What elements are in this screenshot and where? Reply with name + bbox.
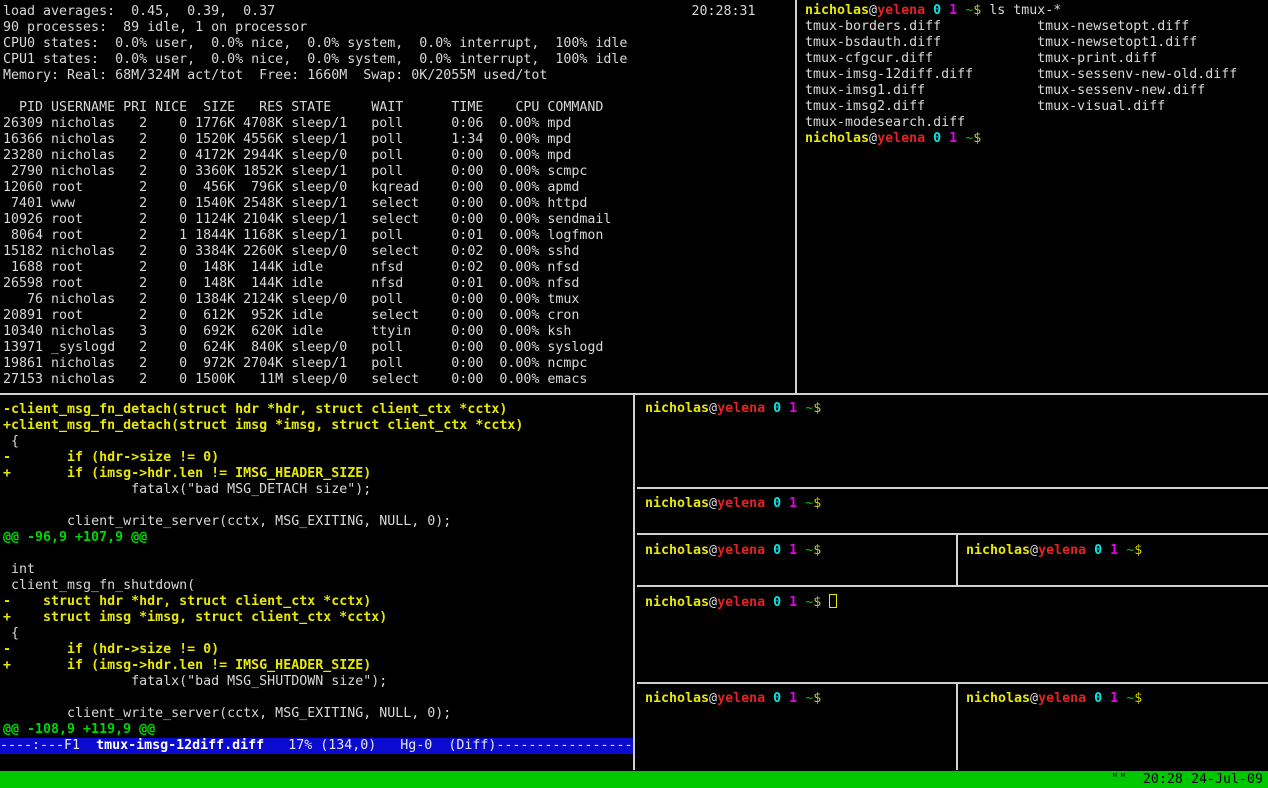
- process-row: 8064 root 2 1 1844K 1168K sleep/1 poll 0…: [3, 228, 603, 243]
- file-entry-row: tmux-imsg2.diff tmux-visual.diff: [805, 99, 1165, 114]
- shell-command-line: nicholas@yelena 0 1 ~$ ls tmux-*: [805, 3, 1268, 19]
- process-row: 13971 _syslogd 2 0 624K 840K sleep/0 pol…: [3, 340, 603, 355]
- status-right: "" 20:28 24-Jul-09: [1111, 771, 1263, 788]
- diff-line: - if (hdr->size != 0): [3, 642, 219, 657]
- diff-line: fatalx("bad MSG_SHUTDOWN size");: [3, 674, 387, 689]
- modeline-buffer-name: tmux-imsg-12diff.diff: [96, 738, 264, 753]
- process-row: 2790 nicholas 2 0 3360K 1852K sleep/1 po…: [3, 164, 587, 179]
- diff-line: {: [3, 626, 19, 641]
- diff-buffer: -client_msg_fn_detach(struct hdr *hdr, s…: [3, 402, 523, 738]
- file-entry-row: tmux-bsdauth.diff tmux-newsetopt1.diff: [805, 35, 1197, 50]
- process-row: 15182 nicholas 2 0 3384K 2260K sleep/0 s…: [3, 244, 579, 259]
- terminal-cursor: [829, 594, 837, 608]
- diff-line: - struct hdr *hdr, struct client_ctx *cc…: [3, 594, 371, 609]
- diff-line: {: [3, 434, 19, 449]
- process-row: 27153 nicholas 2 0 1500K 11M sleep/0 sel…: [3, 372, 587, 387]
- shell-prompt: nicholas@yelena 0 1 ~$: [645, 401, 821, 416]
- diff-line: +client_msg_fn_detach(struct imsg *imsg,…: [3, 418, 523, 433]
- process-row: 10340 nicholas 3 0 692K 620K idle ttyin …: [3, 324, 571, 339]
- diff-line: + if (imsg->hdr.len != IMSG_HEADER_SIZE): [3, 658, 371, 673]
- top-output: load averages: 0.45, 0.39, 0.37 20:28:31…: [3, 4, 756, 388]
- shell-prompt-line: nicholas@yelena 0 1 ~$: [805, 131, 1268, 147]
- process-row: 26598 root 2 0 148K 144K idle nfsd 0:01 …: [3, 276, 579, 291]
- modeline-dashes: --------------------------------: [496, 738, 633, 753]
- shell-prompt: nicholas@yelena 0 1 ~$: [966, 691, 1142, 706]
- shell-prompt: nicholas@yelena 0 1 ~$: [645, 543, 821, 558]
- modeline-info: 17% (134,0) Hg-0 (Diff): [264, 738, 496, 753]
- shell-prompt: nicholas@yelena 0 1 ~$: [805, 3, 981, 18]
- pane-emacs-diff[interactable]: -client_msg_fn_detach(struct hdr *hdr, s…: [0, 395, 633, 770]
- pane-border-vertical-bottom: [633, 395, 635, 770]
- diff-line: client_write_server(cctx, MSG_EXITING, N…: [3, 514, 451, 529]
- pane-process-monitor[interactable]: load averages: 0.45, 0.39, 0.37 20:28:31…: [0, 0, 795, 393]
- tmux-screen: load averages: 0.45, 0.39, 0.37 20:28:31…: [0, 0, 1268, 788]
- process-row: 7401 www 2 0 1540K 2548K sleep/1 select …: [3, 196, 587, 211]
- diff-line: @@ -96,9 +107,9 @@: [3, 530, 147, 545]
- diff-line: + if (imsg->hdr.len != IMSG_HEADER_SIZE): [3, 466, 371, 481]
- shell-prompt: nicholas@yelena 0 1 ~$: [645, 691, 821, 706]
- pane-shell-d[interactable]: nicholas@yelena 0 1 ~$: [958, 535, 1268, 585]
- process-row: 12060 root 2 0 456K 796K sleep/0 kqread …: [3, 180, 579, 195]
- ls-output: tmux-borders.diff tmux-newsetopt.diff tm…: [805, 19, 1268, 131]
- command-text: ls tmux-*: [981, 3, 1061, 18]
- process-row: 26309 nicholas 2 0 1776K 4708K sleep/1 p…: [3, 116, 571, 131]
- pane-shell-e-active[interactable]: nicholas@yelena 0 1 ~$: [637, 587, 1268, 682]
- file-entry-row: tmux-cfgcur.diff tmux-print.diff: [805, 51, 1157, 66]
- diff-line: -client_msg_fn_detach(struct hdr *hdr, s…: [3, 402, 507, 417]
- pane-shell-g[interactable]: nicholas@yelena 0 1 ~$: [958, 684, 1268, 770]
- process-row: 16366 nicholas 2 0 1520K 4556K sleep/1 p…: [3, 132, 571, 147]
- process-row: 23280 nicholas 2 0 4172K 2944K sleep/0 p…: [3, 148, 571, 163]
- process-row: 19861 nicholas 2 0 972K 2704K sleep/1 po…: [3, 356, 587, 371]
- process-row: 1688 root 2 0 148K 144K idle nfsd 0:02 0…: [3, 260, 579, 275]
- tmux-status-bar: [0] 0:irssi# 1:todo 2:ncmpc- 3:mutt 4:ss…: [0, 771, 1268, 788]
- diff-line: - if (hdr->size != 0): [3, 450, 219, 465]
- modeline-prefix: ----:---F1: [0, 738, 96, 753]
- diff-line: fatalx("bad MSG_DETACH size");: [3, 482, 371, 497]
- file-entry-row: tmux-borders.diff tmux-newsetopt.diff: [805, 19, 1189, 34]
- process-row: 76 nicholas 2 0 1384K 2124K sleep/0 poll…: [3, 292, 579, 307]
- file-entry-row: tmux-modesearch.diff: [805, 115, 965, 130]
- shell-prompt: nicholas@yelena 0 1 ~$: [966, 543, 1142, 558]
- diff-line: + struct imsg *imsg, struct client_ctx *…: [3, 610, 387, 625]
- emacs-modeline: ----:---F1 tmux-imsg-12diff.diff 17% (13…: [0, 738, 633, 754]
- file-entry-row: tmux-imsg1.diff tmux-sessenv-new.diff: [805, 83, 1205, 98]
- process-row: 10926 root 2 0 1124K 2104K sleep/1 selec…: [3, 212, 611, 227]
- pane-shell-a[interactable]: nicholas@yelena 0 1 ~$: [637, 395, 1268, 487]
- shell-prompt: nicholas@yelena 0 1 ~$: [645, 496, 821, 511]
- pane-shell-ls[interactable]: nicholas@yelena 0 1 ~$ ls tmux-* tmux-bo…: [797, 0, 1268, 393]
- diff-line: client_write_server(cctx, MSG_EXITING, N…: [3, 706, 451, 721]
- pane-shell-c[interactable]: nicholas@yelena 0 1 ~$: [637, 535, 956, 585]
- diff-line: @@ -108,9 +119,9 @@: [3, 722, 155, 737]
- diff-line: client_msg_fn_shutdown(: [3, 578, 195, 593]
- shell-prompt: nicholas@yelena 0 1 ~$: [645, 595, 821, 610]
- shell-prompt: nicholas@yelena 0 1 ~$: [805, 131, 981, 146]
- pane-shell-f[interactable]: nicholas@yelena 0 1 ~$: [637, 684, 956, 770]
- process-row: 20891 root 2 0 612K 952K idle select 0:0…: [3, 308, 579, 323]
- file-entry-row: tmux-imsg-12diff.diff tmux-sessenv-new-o…: [805, 67, 1237, 82]
- diff-line: int: [3, 562, 35, 577]
- pane-shell-b[interactable]: nicholas@yelena 0 1 ~$: [637, 489, 1268, 533]
